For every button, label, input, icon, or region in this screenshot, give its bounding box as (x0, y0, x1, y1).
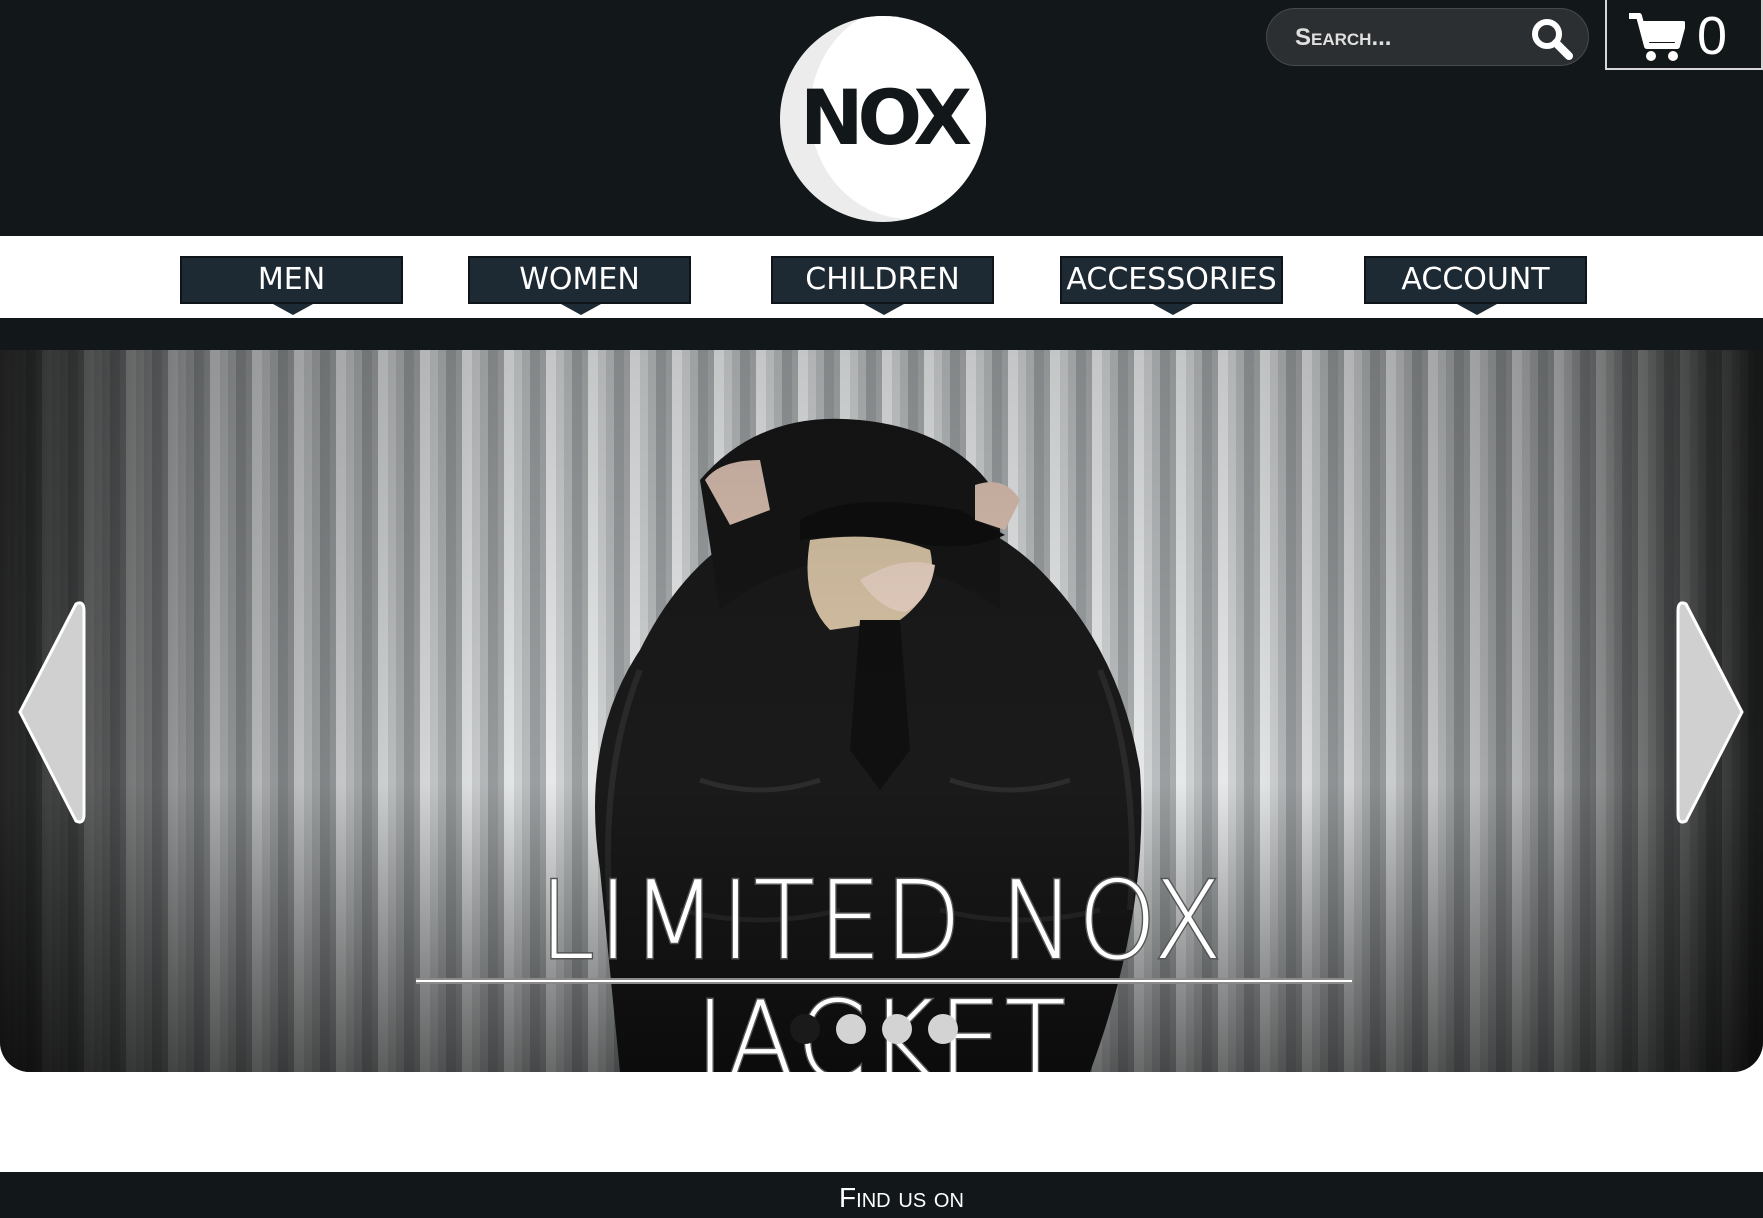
cart-icon (1629, 13, 1685, 61)
arrow-right-icon[interactable] (1666, 600, 1746, 825)
page: NOX 0 MEN WOMEN (0, 0, 1763, 1218)
site-header: NOX 0 (0, 0, 1763, 236)
caret-down-icon (1457, 304, 1497, 315)
nav-item-account[interactable]: ACCOUNT (1364, 256, 1587, 315)
nav-item-label: CHILDREN (805, 262, 960, 297)
nav-item-label: WOMEN (519, 262, 640, 297)
logo[interactable]: NOX (780, 16, 986, 222)
caret-down-icon (273, 304, 313, 315)
nav-item-children[interactable]: CHILDREN (771, 256, 994, 315)
caret-down-icon (1153, 304, 1193, 315)
hero-slider: LIMITED NOX JACKET (0, 350, 1763, 1072)
search-icon[interactable] (1529, 16, 1575, 62)
nav-item-label: ACCOUNT (1401, 262, 1550, 297)
site-footer: Find us on (0, 1172, 1763, 1218)
nav-item-accessories[interactable]: ACCESSORIES (1060, 256, 1283, 315)
caret-down-icon (864, 304, 904, 315)
search-input[interactable] (1295, 21, 1515, 55)
hero-title-underline (416, 978, 1352, 984)
nav-item-women[interactable]: WOMEN (468, 256, 691, 315)
logo-text: NOX (799, 73, 972, 162)
main-nav: MEN WOMEN CHILDREN ACCESSORIES ACCOUNT (0, 236, 1763, 318)
search-box (1266, 8, 1589, 66)
nav-item-men[interactable]: MEN (180, 256, 403, 315)
footer-find-us: Find us on (839, 1182, 964, 1213)
caret-down-icon (561, 304, 601, 315)
slider-dots (790, 1010, 970, 1050)
slider-dot-2[interactable] (836, 1014, 866, 1044)
nav-divider (0, 318, 1763, 350)
slider-dot-1[interactable] (790, 1014, 820, 1044)
arrow-left-icon[interactable] (16, 600, 96, 825)
cart-count: 0 (1697, 6, 1728, 66)
nav-item-label: ACCESSORIES (1066, 262, 1277, 297)
hero-title[interactable]: LIMITED NOX JACKET (448, 860, 1317, 1072)
cart-button[interactable]: 0 (1605, 0, 1763, 70)
slider-dot-3[interactable] (882, 1014, 912, 1044)
nav-item-label: MEN (257, 262, 326, 297)
slider-dot-4[interactable] (928, 1014, 958, 1044)
